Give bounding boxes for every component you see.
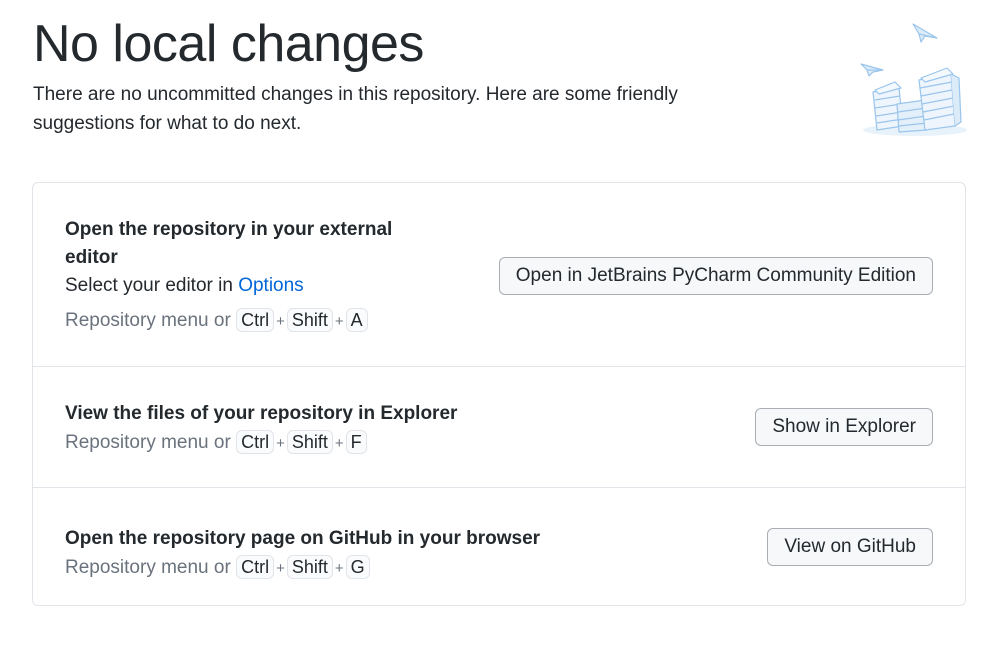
suggestion-title: View the files of your repository in Exp… (65, 403, 458, 424)
suggestion-text: View the files of your repository in Exp… (65, 400, 665, 459)
key-g: G (345, 555, 370, 579)
suggestions-panel: Open the repository in your external edi… (32, 182, 966, 606)
key-shift: Shift (286, 430, 333, 454)
suggestion-description: Select your editor in Options (65, 272, 445, 300)
key-shift: Shift (286, 555, 333, 579)
open-in-editor-button[interactable]: Open in JetBrains PyCharm Community Edit… (498, 257, 933, 295)
blankslate-header: No local changes There are no uncommitte… (33, 14, 773, 138)
description-text: Select your editor in (65, 275, 239, 296)
key-plus: + (334, 435, 344, 452)
suggestion-text: Open the repository in your external edi… (65, 216, 445, 337)
suggestion-open-editor: Open the repository in your external edi… (33, 183, 965, 367)
key-shift: Shift (286, 308, 333, 332)
key-plus: + (334, 560, 344, 577)
key-plus: + (334, 313, 344, 330)
key-plus: + (276, 435, 285, 452)
paper-stacks-illustration-icon (855, 18, 973, 140)
view-on-github-button[interactable]: View on GitHub (767, 528, 933, 566)
shortcut-prefix: Repository menu or (65, 310, 231, 331)
suggestion-text: Open the repository page on GitHub in yo… (65, 525, 665, 584)
key-ctrl: Ctrl (236, 430, 275, 454)
page-title: No local changes (33, 15, 424, 73)
suggestion-view-github: Open the repository page on GitHub in yo… (33, 488, 965, 605)
key-f: F (345, 430, 367, 454)
key-ctrl: Ctrl (236, 308, 275, 332)
keyboard-shortcut: Repository menu or Ctrl + Shift + A (65, 306, 445, 337)
suggestion-title: Open the repository page on GitHub in yo… (65, 528, 541, 549)
keyboard-shortcut: Repository menu or Ctrl + Shift + F (65, 428, 665, 459)
shortcut-prefix: Repository menu or (65, 432, 231, 453)
key-plus: + (276, 560, 285, 577)
key-plus: + (276, 313, 285, 330)
keyboard-shortcut: Repository menu or Ctrl + Shift + G (65, 553, 665, 584)
key-a: A (345, 308, 368, 332)
show-in-explorer-button[interactable]: Show in Explorer (755, 408, 933, 446)
shortcut-prefix: Repository menu or (65, 557, 231, 578)
suggestion-show-explorer: View the files of your repository in Exp… (33, 367, 965, 488)
options-link[interactable]: Options (238, 275, 303, 296)
page-subtitle: There are no uncommitted changes in this… (33, 84, 678, 134)
key-ctrl: Ctrl (236, 555, 275, 579)
suggestion-title: Open the repository in your external edi… (65, 219, 393, 268)
